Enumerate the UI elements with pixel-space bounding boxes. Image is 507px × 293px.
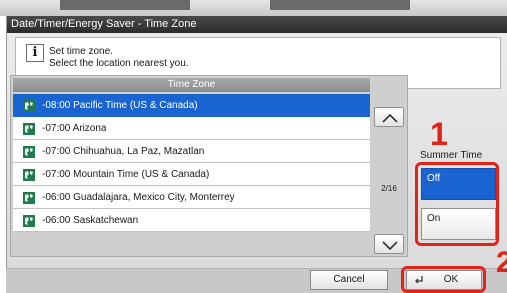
timezone-list-panel: Time Zone -08:00 Pacific Time (US & Cana… bbox=[10, 75, 408, 257]
info-icon: i bbox=[26, 44, 44, 62]
summer-time-on-button[interactable]: On bbox=[421, 208, 496, 240]
timezone-row-label: -07:00 Arizona bbox=[42, 123, 107, 134]
top-strip bbox=[0, 0, 507, 16]
timezone-row[interactable]: -07:00 Mountain Time (US & Canada) bbox=[13, 163, 370, 186]
ok-button-label: OK bbox=[443, 274, 459, 285]
annotation-marker-2: 2 bbox=[496, 246, 507, 279]
page-indicator: 2/16 bbox=[381, 184, 397, 193]
timezone-row[interactable]: -06:00 Guadalajara, Mexico City, Monterr… bbox=[13, 186, 370, 209]
ok-button[interactable]: OK bbox=[406, 270, 482, 290]
timezone-globe-icon bbox=[23, 100, 35, 112]
message-line-1: Set time zone. bbox=[49, 46, 113, 57]
timezone-row[interactable]: -06:00 Saskatchewan bbox=[13, 209, 370, 232]
timezone-row[interactable]: -07:00 Chihuahua, La Paz, Mazatlan bbox=[13, 140, 370, 163]
timezone-globe-icon bbox=[23, 215, 35, 227]
chevron-down-icon bbox=[382, 241, 398, 251]
timezone-row[interactable]: -07:00 Arizona bbox=[13, 117, 370, 140]
timezone-row-label: -07:00 Mountain Time (US & Canada) bbox=[42, 169, 210, 180]
list-header: Time Zone bbox=[13, 78, 370, 92]
timezone-globe-icon bbox=[23, 192, 35, 204]
timezone-row-label: -08:00 Pacific Time (US & Canada) bbox=[42, 100, 198, 111]
window-title: Date/Timer/Energy Saver - Time Zone bbox=[7, 16, 507, 33]
cancel-button[interactable]: Cancel bbox=[310, 270, 388, 290]
summer-time-off-button[interactable]: Off bbox=[421, 168, 496, 200]
timezone-row[interactable]: -08:00 Pacific Time (US & Canada) bbox=[13, 94, 370, 117]
top-strip-segment bbox=[60, 0, 190, 10]
scroll-down-button[interactable] bbox=[374, 234, 404, 254]
top-strip-segment bbox=[270, 0, 410, 10]
timezone-globe-icon bbox=[23, 146, 35, 158]
timezone-row-label: -06:00 Guadalajara, Mexico City, Monterr… bbox=[42, 192, 235, 203]
message-line-2: Select the location nearest you. bbox=[49, 58, 189, 69]
summer-time-label: Summer Time bbox=[420, 150, 483, 161]
timezone-row-label: -06:00 Saskatchewan bbox=[42, 215, 139, 226]
annotation-marker-1: 1 bbox=[430, 116, 448, 152]
scroll-up-button[interactable] bbox=[374, 107, 404, 127]
message-text: Set time zone. Select the location neare… bbox=[49, 46, 189, 70]
enter-icon bbox=[415, 276, 423, 284]
timezone-row-label: -07:00 Chihuahua, La Paz, Mazatlan bbox=[42, 146, 205, 157]
chevron-up-icon bbox=[382, 113, 398, 123]
timezone-globe-icon bbox=[23, 123, 35, 135]
timezone-globe-icon bbox=[23, 169, 35, 181]
